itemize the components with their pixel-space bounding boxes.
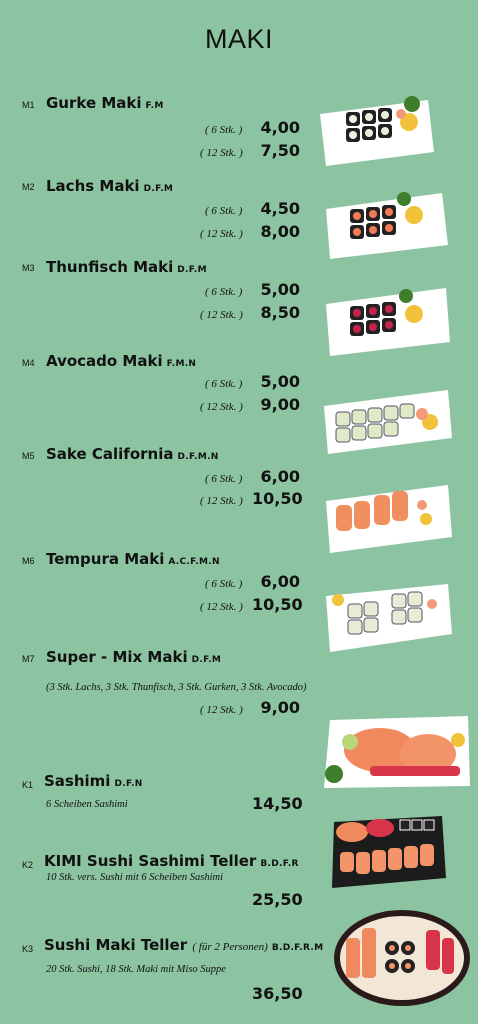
item-description: 10 Stk. vers. Sushi mit 6 Scheiben Sashi… — [46, 872, 224, 883]
item-name: Gurke Maki F.M — [46, 94, 164, 112]
menu-item-m1: M1 Gurke Maki F.M ( 6 Stk. ) 4,00 ( 12 St… — [0, 92, 478, 167]
menu-item-m2: M2 Lachs Maki D.F.M ( 6 Stk. ) 4,50 ( 12 … — [0, 177, 478, 259]
price-small: 6,00 — [260, 572, 300, 591]
item-code: M6 — [22, 556, 35, 566]
item-name: Sushi Maki Teller ( für 2 Personen) B.D.F… — [44, 936, 324, 954]
item-code: M5 — [22, 451, 35, 461]
item-name: Avocado Maki F.M.N — [46, 352, 197, 370]
menu-item-m4: M4 Avocado Maki F.M.N ( 6 Stk. ) 5,00 ( 1… — [0, 350, 478, 454]
item-name: Thunfisch Maki D.F.M — [46, 258, 207, 276]
item-name: Sashimi D.F.N — [44, 772, 143, 790]
page-title: MAKI — [204, 24, 273, 54]
maki-plate-image — [326, 584, 452, 652]
menu-item-m5: M5 Sake California D.F.M.N ( 6 Stk. ) 6,0… — [0, 445, 478, 553]
price-large: 10,50 — [252, 595, 303, 614]
allergens: F.M — [145, 101, 164, 111]
maki-plate-image — [320, 96, 434, 166]
price-small: 5,00 — [260, 280, 300, 299]
qty-large: ( 12 Stk. ) — [200, 704, 243, 716]
price-small: 4,50 — [260, 199, 300, 218]
item-name: Tempura Maki A.C.F.M.N — [46, 550, 220, 568]
qty-small: ( 6 Stk. ) — [205, 124, 243, 136]
price-large: 9,00 — [260, 698, 300, 717]
qty-large: ( 12 Stk. ) — [200, 309, 243, 321]
price-large: 8,50 — [260, 303, 300, 322]
price: 36,50 — [252, 984, 303, 1003]
price: 14,50 — [252, 794, 303, 813]
price-large: 10,50 — [252, 489, 303, 508]
item-name: KIMI Sushi Sashimi Teller B.D.F.R — [44, 852, 299, 870]
qty-large: ( 12 Stk. ) — [200, 147, 243, 159]
price-small: 5,00 — [260, 372, 300, 391]
item-code: M3 — [22, 263, 35, 273]
price-small: 4,00 — [260, 118, 300, 137]
qty-large: ( 12 Stk. ) — [200, 228, 243, 240]
maki-plate-image — [326, 192, 448, 259]
qty-large: ( 12 Stk. ) — [200, 401, 243, 413]
qty-small: ( 6 Stk. ) — [205, 205, 243, 217]
item-code: K3 — [22, 944, 34, 954]
qty-small: ( 6 Stk. ) — [205, 378, 243, 390]
item-name: Super - Mix Maki D.F.M — [46, 648, 222, 666]
qty-large: ( 12 Stk. ) — [200, 495, 243, 507]
menu-item-k3: K3 Sushi Maki Teller ( für 2 Personen) B.… — [0, 936, 478, 1006]
qty-small: ( 6 Stk. ) — [205, 578, 243, 590]
menu-item-k2: K2 KIMI Sushi Sashimi Teller B.D.F.R 10 S… — [0, 852, 478, 912]
item-name: Lachs Maki D.F.M — [46, 177, 174, 195]
price-small: 6,00 — [260, 467, 300, 486]
price-large: 9,00 — [260, 395, 300, 414]
qty-small: ( 6 Stk. ) — [205, 473, 243, 485]
item-code: K1 — [22, 780, 34, 790]
qty-small: ( 6 Stk. ) — [205, 286, 243, 298]
item-code: M7 — [22, 654, 35, 664]
item-description: (3 Stk. Lachs, 3 Stk. Thunfisch, 3 Stk. … — [46, 682, 307, 693]
persons-note: ( für 2 Personen) — [192, 941, 268, 953]
menu-item-m3: M3 Thunfisch Maki D.F.M ( 6 Stk. ) 5,00 (… — [0, 258, 478, 356]
item-name: Sake California D.F.M.N — [46, 445, 219, 463]
price-large: 8,00 — [260, 222, 300, 241]
item-code: M4 — [22, 358, 35, 368]
item-code: M1 — [22, 100, 35, 110]
item-description: 6 Scheiben Sashimi — [46, 799, 128, 810]
price-large: 7,50 — [260, 141, 300, 160]
menu-item-m6: M6 Tempura Maki A.C.F.M.N ( 6 Stk. ) 6,00… — [0, 550, 478, 652]
item-code: K2 — [22, 860, 34, 870]
maki-plate-image — [326, 485, 452, 553]
item-description: 20 Stk. Sushi, 18 Stk. Maki mit Miso Sup… — [46, 964, 226, 975]
item-code: M2 — [22, 182, 35, 192]
price: 25,50 — [252, 890, 303, 909]
qty-large: ( 12 Stk. ) — [200, 601, 243, 613]
